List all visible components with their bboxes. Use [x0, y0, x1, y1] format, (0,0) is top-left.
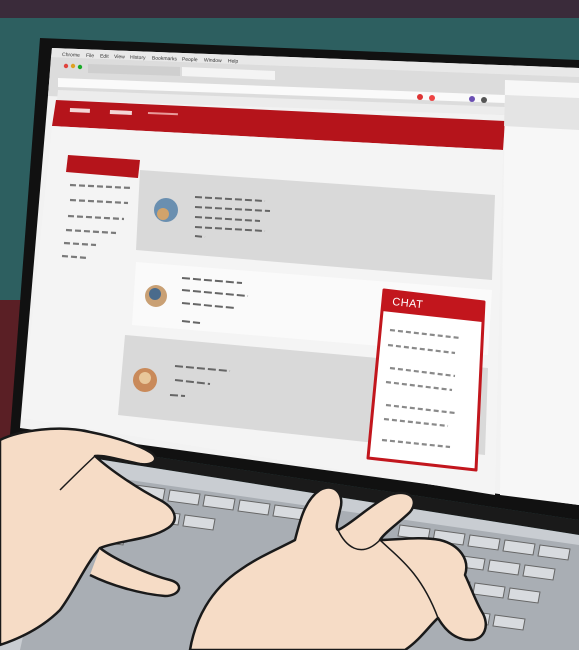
close-window-icon[interactable]: [63, 63, 69, 69]
post-text-line: [169, 394, 186, 397]
extension-icon[interactable]: [469, 96, 475, 102]
illustration-scene: Chrome File Edit View History Bookmarks …: [0, 0, 579, 650]
menu-item-file[interactable]: File: [86, 53, 95, 59]
extension-icon[interactable]: [429, 95, 435, 101]
menu-item-edit[interactable]: Edit: [100, 53, 109, 59]
background-window: [500, 80, 579, 505]
avatar-face: [139, 372, 151, 384]
background-window-toolbar: [504, 95, 579, 130]
avatar-face: [157, 208, 169, 220]
extension-icon[interactable]: [417, 94, 423, 100]
profile-icon[interactable]: [481, 97, 487, 103]
top-strip: [0, 0, 579, 18]
minimize-window-icon[interactable]: [70, 63, 76, 69]
avatar-face: [149, 288, 161, 300]
zoom-window-icon[interactable]: [77, 64, 83, 70]
laptop-illustration: Chrome File Edit View History Bookmarks …: [0, 0, 579, 650]
